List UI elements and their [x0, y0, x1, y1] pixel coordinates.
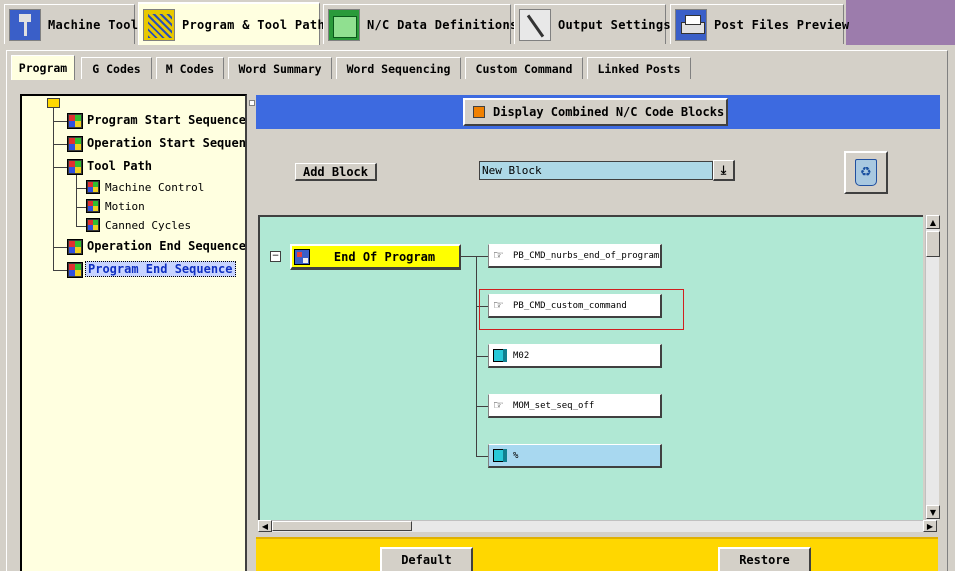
- tree-item-machine-control[interactable]: Machine Control: [105, 181, 204, 194]
- program-icon: [143, 8, 175, 41]
- checkbox-icon[interactable]: [473, 106, 485, 118]
- sequence-node-icon: [67, 136, 83, 152]
- tree-line: [53, 270, 67, 271]
- connector-line: [476, 356, 488, 357]
- tree-line: [76, 175, 77, 226]
- horizontal-scroll-thumb[interactable]: [272, 521, 412, 531]
- tree-line: [53, 121, 67, 122]
- splitter-grip[interactable]: [249, 100, 255, 106]
- block-label: PB_CMD_nurbs_end_of_program: [513, 250, 660, 261]
- tab-label: Machine Tool: [48, 17, 139, 32]
- sequence-node-icon: [67, 159, 83, 175]
- horizontal-scrollbar[interactable]: ◀ ▶: [258, 520, 937, 532]
- tree-item-canned-cycles[interactable]: Canned Cycles: [105, 219, 191, 232]
- restore-button[interactable]: Restore: [718, 547, 811, 571]
- tree-line: [53, 108, 54, 270]
- tree-line: [76, 226, 86, 227]
- pointing-hand-icon: ☞: [493, 398, 504, 412]
- tree-item-operation-start-sequence[interactable]: Operation Start Sequence: [87, 136, 245, 150]
- tree-line: [53, 144, 67, 145]
- subtab-custom-command[interactable]: Custom Command: [465, 57, 583, 79]
- block-m02[interactable]: M02: [488, 344, 662, 368]
- tab-label: Post Files Preview: [714, 17, 850, 32]
- bottom-action-bar: [256, 537, 938, 571]
- event-end-of-program[interactable]: End Of Program: [290, 244, 461, 270]
- block-label: M02: [513, 350, 530, 361]
- dropdown-arrow-icon[interactable]: ⤓: [713, 160, 735, 181]
- folder-icon: [47, 98, 60, 108]
- subtab-word-sequencing[interactable]: Word Sequencing: [336, 57, 461, 79]
- tab-label: N/C Data Definitions: [367, 17, 518, 32]
- tab-output-settings[interactable]: Output Settings: [514, 4, 671, 44]
- pointing-hand-icon: ☞: [493, 298, 504, 312]
- tree-item-program-start-sequence[interactable]: Program Start Sequence: [87, 113, 245, 127]
- tree-line: [76, 188, 86, 189]
- subtab-linked-posts[interactable]: Linked Posts: [587, 57, 691, 79]
- tab-nc-data-definitions[interactable]: N/C Data Definitions: [323, 4, 517, 44]
- collapse-icon[interactable]: −: [270, 251, 281, 262]
- connector-line: [461, 256, 476, 257]
- connector-line: [476, 456, 488, 457]
- scroll-up-icon[interactable]: ▲: [926, 215, 940, 229]
- scroll-left-icon[interactable]: ◀: [258, 520, 272, 532]
- subtab-program[interactable]: Program: [11, 55, 75, 80]
- block-select-field[interactable]: New Block: [479, 161, 713, 180]
- sequence-node-icon: [67, 113, 83, 129]
- tree-line: [76, 207, 86, 208]
- tab-bar-filler: [846, 0, 955, 45]
- pointing-hand-icon: ☞: [493, 248, 504, 262]
- tab-label: Program & Tool Path: [182, 17, 325, 32]
- sequence-tree: Program Start Sequence Operation Start S…: [20, 94, 247, 571]
- connector-line: [476, 256, 488, 257]
- subtab-m-codes[interactable]: M Codes: [156, 57, 224, 79]
- add-block-button[interactable]: Add Block: [295, 163, 377, 181]
- block-label: %: [513, 450, 519, 461]
- sequence-node-icon: [67, 239, 83, 255]
- tab-label: Output Settings: [558, 17, 671, 32]
- printer-icon: [675, 8, 707, 41]
- cube-icon: [493, 449, 507, 462]
- tree-item-program-end-sequence[interactable]: Program End Sequence: [85, 261, 236, 277]
- tree-item-motion[interactable]: Motion: [105, 200, 145, 213]
- vertical-scroll-thumb[interactable]: [926, 231, 940, 257]
- default-button[interactable]: Default: [380, 547, 473, 571]
- block-mom-set-seq-off[interactable]: ☞ MOM_set_seq_off: [488, 394, 662, 418]
- event-icon: [294, 248, 310, 265]
- nc-data-icon: [328, 8, 360, 41]
- tree-item-operation-end-sequence[interactable]: Operation End Sequence: [87, 239, 245, 253]
- tab-machine-tool[interactable]: Machine Tool: [4, 4, 139, 44]
- output-settings-icon: [519, 8, 551, 41]
- subtab-word-summary[interactable]: Word Summary: [228, 57, 332, 79]
- sequence-node-icon: [86, 180, 100, 194]
- block-pb-cmd-nurbs-end-of-program[interactable]: ☞ PB_CMD_nurbs_end_of_program: [488, 244, 662, 268]
- block-percent[interactable]: %: [488, 444, 662, 468]
- block-pb-cmd-custom-command[interactable]: ☞ PB_CMD_custom_command: [488, 294, 662, 318]
- tab-post-files-preview[interactable]: Post Files Preview: [670, 4, 849, 44]
- block-label: MOM_set_seq_off: [513, 400, 595, 411]
- trash-bin-button[interactable]: [844, 151, 888, 194]
- event-label: End Of Program: [333, 249, 436, 264]
- display-combined-nc-blocks-toggle[interactable]: Display Combined N/C Code Blocks: [463, 98, 728, 126]
- combined-label: Display Combined N/C Code Blocks: [493, 105, 725, 119]
- sequence-node-icon: [86, 218, 100, 232]
- cube-icon: [493, 349, 507, 362]
- vertical-scrollbar[interactable]: ▲ ▼: [925, 215, 940, 520]
- scroll-right-icon[interactable]: ▶: [923, 520, 937, 532]
- tree-line: [53, 167, 67, 168]
- scroll-down-icon[interactable]: ▼: [926, 505, 940, 519]
- tree-line: [53, 247, 67, 248]
- connector-line: [476, 406, 488, 407]
- subtab-g-codes[interactable]: G Codes: [81, 57, 152, 79]
- machine-tool-icon: [9, 8, 41, 41]
- tree-item-tool-path[interactable]: Tool Path: [87, 159, 152, 173]
- panel-splitter[interactable]: [248, 94, 256, 571]
- tab-program-tool-path[interactable]: Program & Tool Path: [138, 2, 325, 45]
- sequence-node-icon: [67, 262, 83, 278]
- block-label: PB_CMD_custom_command: [513, 300, 627, 311]
- recycle-bin-icon: [855, 159, 877, 186]
- top-tab-bar: Machine Tool Program & Tool Path N/C Dat…: [0, 0, 955, 45]
- sequence-node-icon: [86, 199, 100, 213]
